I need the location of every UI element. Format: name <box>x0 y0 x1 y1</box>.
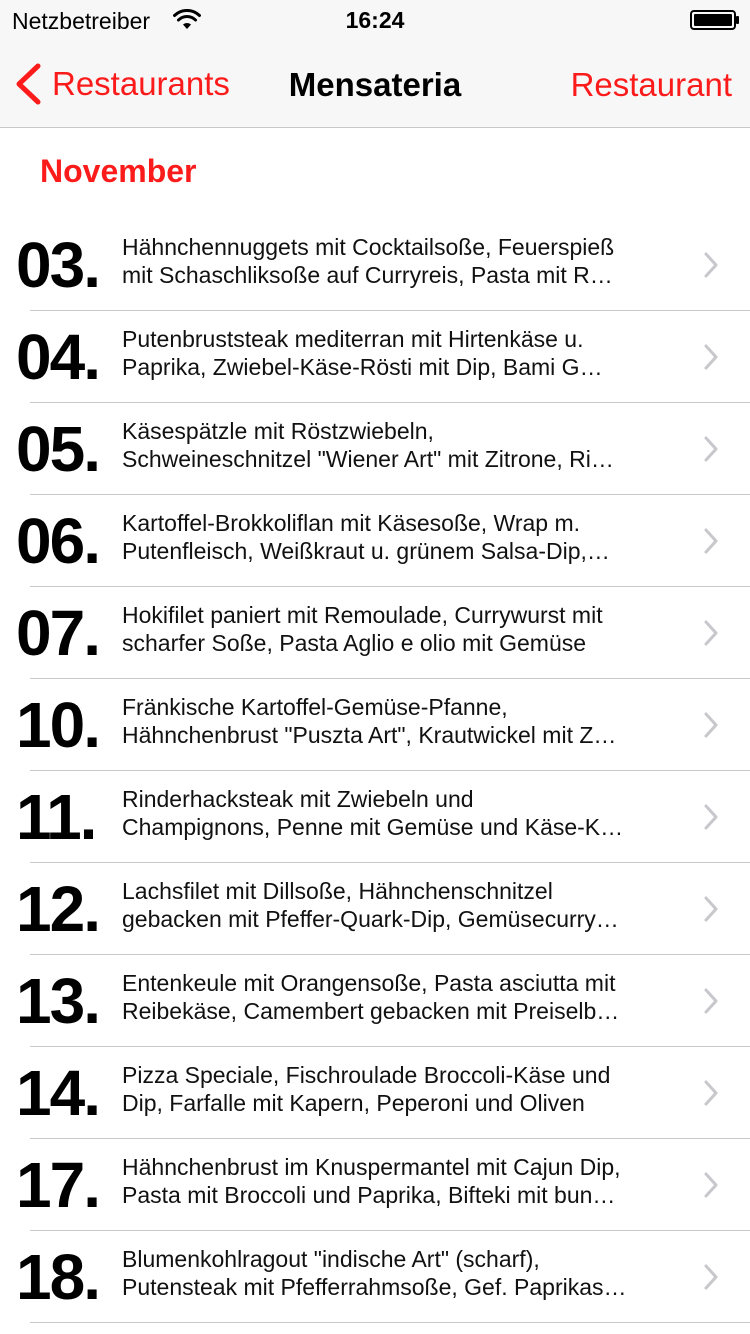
navigation-bar: Restaurants Mensateria Restaurant <box>0 40 750 128</box>
menu-description: Lachsfilet mit Dillsoße, Hähnchenschnitz… <box>122 877 667 933</box>
menu-description-line: Hähnchenbrust "Puszta Art", Krautwickel … <box>122 722 617 748</box>
menu-description-line: Dip, Farfalle mit Kapern, Peperoni und O… <box>122 1090 585 1116</box>
day-menu-row[interactable]: 13. Entenkeule mit Orangensoße, Pasta asc… <box>0 955 750 1047</box>
chevron-right-icon <box>704 896 718 922</box>
menu-description-line: Entenkeule mit Orangensoße, Pasta asciut… <box>122 970 616 996</box>
day-number: 17. <box>16 1149 101 1221</box>
chevron-right-icon <box>704 712 718 738</box>
chevron-right-icon <box>704 436 718 462</box>
menu-description: Kartoffel-Brokkoliflan mit Käsesoße, Wra… <box>122 509 667 565</box>
chevron-right-icon <box>704 252 718 278</box>
menu-description-line: Lachsfilet mit Dillsoße, Hähnchenschnitz… <box>122 878 553 904</box>
chevron-right-icon <box>704 1264 718 1290</box>
menu-list-view[interactable]: November 03. Hähnchennuggets mit Cocktail… <box>0 129 750 1334</box>
chevron-right-icon <box>704 1172 718 1198</box>
day-list: 03. Hähnchennuggets mit Cocktailsoße, Feu… <box>0 219 750 1323</box>
day-number: 18. <box>16 1241 101 1313</box>
day-number: 06. <box>16 505 101 577</box>
menu-description-line: Rinderhacksteak mit Zwiebeln und <box>122 786 474 812</box>
day-menu-row[interactable]: 12. Lachsfilet mit Dillsoße, Hähnchenschn… <box>0 863 750 955</box>
menu-description-line: Fränkische Kartoffel-Gemüse-Pfanne, <box>122 694 508 720</box>
menu-description-line: Reibekäse, Camembert gebacken mit Preise… <box>122 998 620 1024</box>
day-menu-row[interactable]: 17. Hähnchenbrust im Knuspermantel mit Ca… <box>0 1139 750 1231</box>
menu-description-line: Champignons, Penne mit Gemüse und Käse-K… <box>122 814 624 840</box>
day-menu-row[interactable]: 11. Rinderhacksteak mit Zwiebeln und Champ… <box>0 771 750 863</box>
menu-description-line: Hähnchennuggets mit Cocktailsoße, Feuers… <box>122 234 615 260</box>
menu-description-line: Blumenkohlragout "indische Art" (scharf)… <box>122 1246 540 1272</box>
day-number: 05. <box>16 413 101 485</box>
menu-description: Hähnchenbrust im Knuspermantel mit Cajun… <box>122 1153 667 1209</box>
chevron-right-icon <box>704 620 718 646</box>
day-number: 13. <box>16 965 101 1037</box>
menu-description-line: scharfer Soße, Pasta Aglio e olio mit Ge… <box>122 630 587 656</box>
day-menu-row[interactable]: 05. Käsespätzle mit Röstzwiebeln, Schweine… <box>0 403 750 495</box>
day-number: 14. <box>16 1057 101 1129</box>
menu-description-line: Schweineschnitzel "Wiener Art" mit Zitro… <box>122 446 614 472</box>
status-bar: Netzbetreiber 16:24 <box>0 0 750 40</box>
battery-full-icon <box>690 10 739 30</box>
menu-description: Hokifilet paniert mit Remoulade, Currywu… <box>122 601 667 657</box>
day-menu-row[interactable]: 03. Hähnchennuggets mit Cocktailsoße, Feu… <box>0 219 750 311</box>
menu-description-line: Pasta mit Broccoli und Paprika, Bifteki … <box>122 1182 616 1208</box>
menu-description-line: Pizza Speciale, Fischroulade Broccoli-Kä… <box>122 1062 611 1088</box>
day-number: 07. <box>16 597 101 669</box>
chevron-right-icon <box>704 804 718 830</box>
day-menu-row[interactable]: 06. Kartoffel-Brokkoliflan mit Käsesoße, … <box>0 495 750 587</box>
menu-description-line: gebacken mit Pfeffer-Quark-Dip, Gemüsecu… <box>122 906 619 932</box>
day-number: 12. <box>16 873 101 945</box>
menu-description: Blumenkohlragout "indische Art" (scharf)… <box>122 1245 667 1301</box>
day-number: 03. <box>16 229 101 301</box>
menu-description-line: Putensteak mit Pfefferrahmsoße, Gef. Pap… <box>122 1274 627 1300</box>
menu-description: Pizza Speciale, Fischroulade Broccoli-Kä… <box>122 1061 667 1117</box>
day-menu-row[interactable]: 14. Pizza Speciale, Fischroulade Broccoli… <box>0 1047 750 1139</box>
day-menu-row[interactable]: 04. Putenbruststeak mediterran mit Hirten… <box>0 311 750 403</box>
status-time: 16:24 <box>345 7 405 33</box>
menu-description-line: Putenfleisch, Weißkraut u. grünem Salsa-… <box>122 538 610 564</box>
menu-description-line: mit Schaschliksoße auf Curryreis, Pasta … <box>122 262 613 288</box>
chevron-right-icon <box>704 988 718 1014</box>
day-menu-row[interactable]: 07. Hokifilet paniert mit Remoulade, Curr… <box>0 587 750 679</box>
menu-description: Käsespätzle mit Röstzwiebeln, Schweinesch… <box>122 417 667 473</box>
chevron-right-icon <box>704 1080 718 1106</box>
day-number: 04. <box>16 321 101 393</box>
menu-description: Fränkische Kartoffel-Gemüse-Pfanne, Hähnc… <box>122 693 667 749</box>
menu-description: Rinderhacksteak mit Zwiebeln und Champign… <box>122 785 667 841</box>
menu-description-line: Kartoffel-Brokkoliflan mit Käsesoße, Wra… <box>122 510 581 536</box>
chevron-right-icon <box>704 528 718 554</box>
menu-description-line: Hokifilet paniert mit Remoulade, Currywu… <box>122 602 603 628</box>
restaurant-button[interactable]: Restaurant <box>571 66 732 104</box>
chevron-right-icon <box>704 344 718 370</box>
day-number: 10. <box>16 689 101 761</box>
menu-description-line: Putenbruststeak mediterran mit Hirtenkäs… <box>122 326 584 352</box>
menu-description-line: Käsespätzle mit Röstzwiebeln, <box>122 418 434 444</box>
menu-description: Hähnchennuggets mit Cocktailsoße, Feuers… <box>122 233 667 289</box>
day-menu-row[interactable]: 10. Fränkische Kartoffel-Gemüse-Pfanne, Hä… <box>0 679 750 771</box>
menu-description-line: Paprika, Zwiebel-Käse-Rösti mit Dip, Bam… <box>122 354 603 380</box>
month-section-header: November <box>40 153 197 189</box>
menu-description: Entenkeule mit Orangensoße, Pasta asciut… <box>122 969 667 1025</box>
menu-description-line: Hähnchenbrust im Knuspermantel mit Cajun… <box>122 1154 621 1180</box>
menu-description: Putenbruststeak mediterran mit Hirtenkäs… <box>122 325 667 381</box>
day-menu-row[interactable]: 18. Blumenkohlragout "indische Art" (scha… <box>0 1231 750 1323</box>
day-number: 11. <box>16 781 97 853</box>
